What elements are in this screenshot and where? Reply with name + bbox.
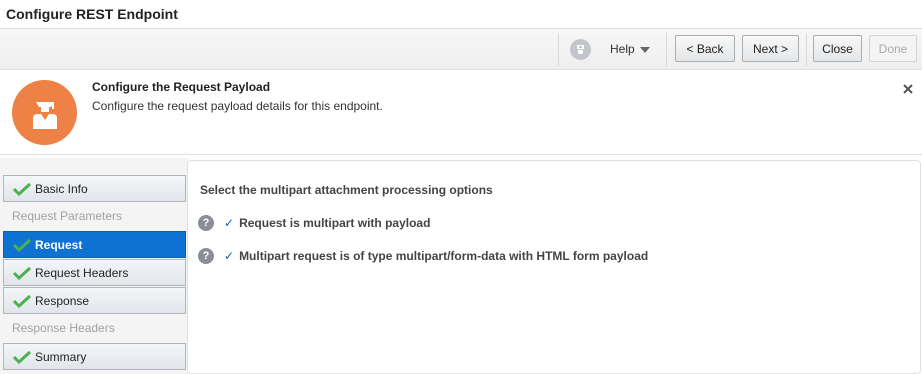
step-description: Configure the request payload details fo…	[92, 99, 383, 113]
toolbar-separator	[666, 33, 667, 66]
checkmark-icon[interactable]: ✓	[224, 216, 234, 230]
wizard-avatar-icon	[12, 80, 77, 145]
checkmark-icon	[12, 182, 32, 196]
sidebar-item-summary[interactable]: Summary	[3, 343, 186, 370]
checkmark-icon	[12, 350, 32, 364]
option-multipart-form-data[interactable]: ? ✓ Multipart request is of type multipa…	[198, 248, 648, 264]
graduate-icon	[32, 101, 57, 129]
checkmark-icon	[12, 266, 32, 280]
sidebar-item-label: Response	[35, 293, 90, 308]
option-multipart-with-payload[interactable]: ? ✓ Request is multipart with payload	[198, 215, 430, 231]
sidebar-item-basic-info[interactable]: Basic Info	[3, 175, 186, 202]
toolbar-separator	[558, 33, 559, 66]
checkmark-icon[interactable]: ✓	[224, 249, 234, 263]
question-icon[interactable]: ?	[198, 248, 214, 264]
option-label[interactable]: Request is multipart with payload	[239, 216, 430, 230]
wizard-sidebar: Basic Info Request Parameters Request Re…	[0, 158, 188, 374]
next-button[interactable]: Next >	[742, 35, 799, 62]
close-icon[interactable]	[901, 82, 915, 96]
step-title: Configure the Request Payload	[92, 80, 271, 94]
help-dropdown-caret-icon[interactable]	[640, 47, 650, 53]
option-label[interactable]: Multipart request is of type multipart/f…	[239, 249, 648, 263]
sidebar-item-label: Basic Info	[35, 181, 88, 196]
sidebar-item-request-headers[interactable]: Request Headers	[3, 259, 186, 286]
sidebar-group-request-parameters: Request Parameters	[12, 209, 123, 223]
done-button: Done	[869, 35, 917, 62]
checkmark-icon	[12, 294, 32, 308]
sidebar-item-response[interactable]: Response	[3, 287, 186, 314]
main-content-panel: Select the multipart attachment processi…	[187, 160, 921, 374]
sidebar-item-label: Summary	[35, 349, 87, 364]
toolbar-separator	[806, 33, 807, 66]
section-heading: Select the multipart attachment processi…	[200, 183, 493, 197]
close-button[interactable]: Close	[813, 35, 862, 62]
question-icon[interactable]: ?	[198, 215, 214, 231]
wizard-toolbar: Help < Back Next > Close Done	[0, 29, 922, 70]
step-info-panel: Configure the Request Payload Configure …	[0, 70, 922, 155]
help-icon[interactable]	[570, 39, 591, 60]
help-menu-label[interactable]: Help	[610, 42, 635, 56]
checkmark-icon	[12, 238, 32, 252]
sidebar-item-request[interactable]: Request	[3, 231, 186, 258]
sidebar-group-response-headers: Response Headers	[12, 321, 115, 335]
title-bar: Configure REST Endpoint	[0, 0, 922, 29]
window-title: Configure REST Endpoint	[6, 6, 178, 22]
back-button[interactable]: < Back	[675, 35, 735, 62]
sidebar-item-label: Request	[35, 237, 83, 252]
sidebar-item-label: Request Headers	[35, 265, 129, 280]
help-icon-glyph	[577, 45, 584, 54]
